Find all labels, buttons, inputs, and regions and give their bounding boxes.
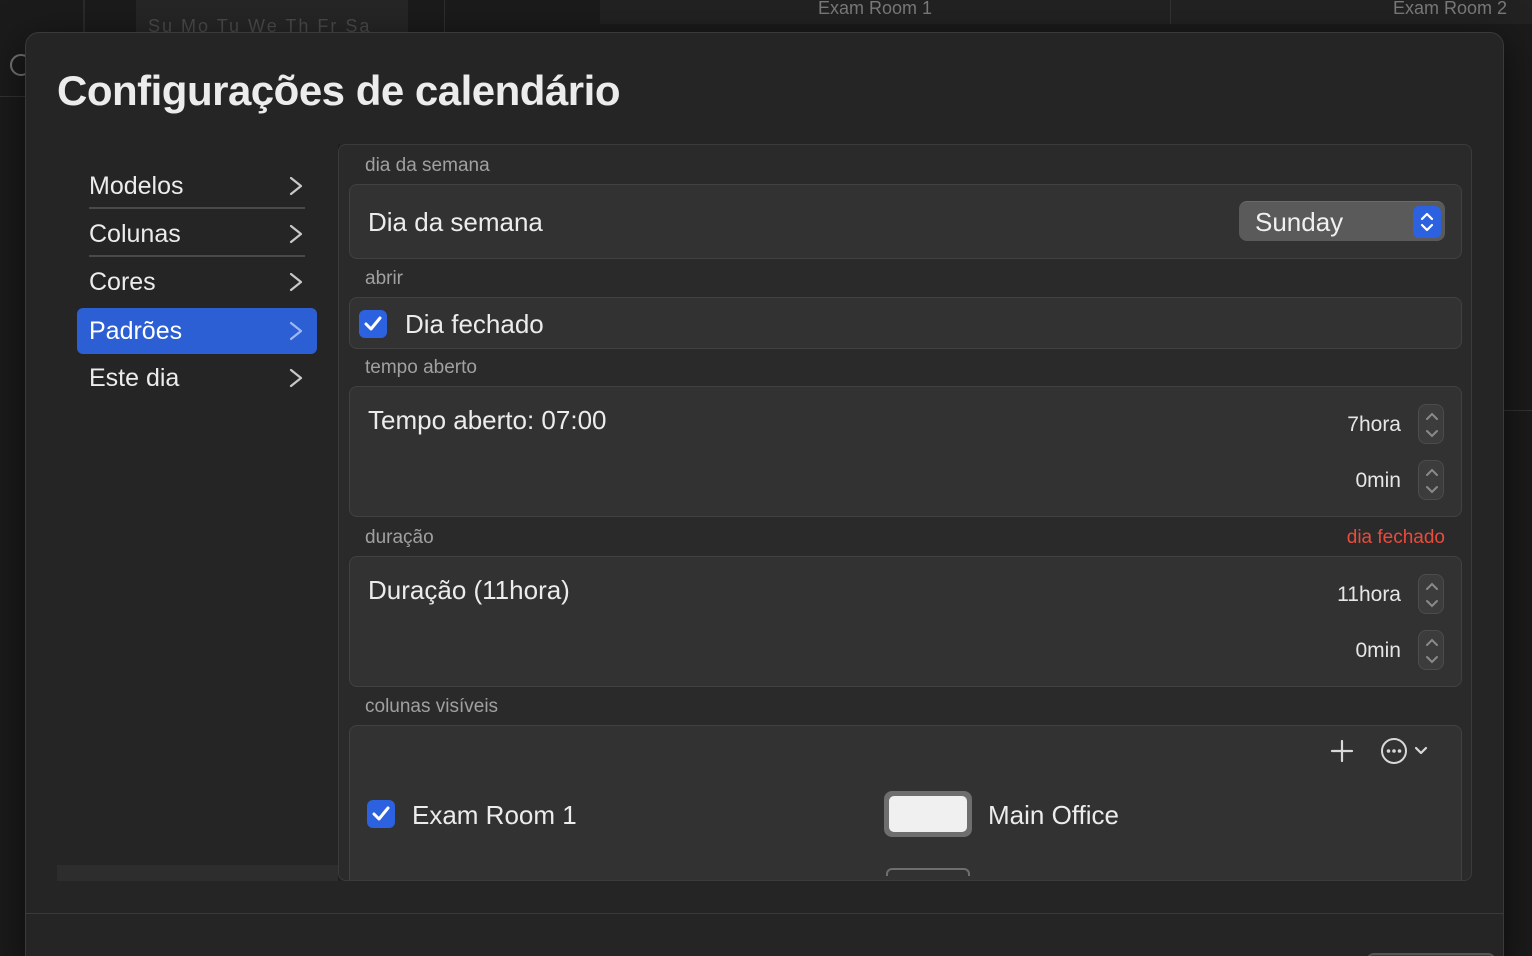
- open-time-box: Tempo aberto: 07:00 7hora 0min: [349, 386, 1462, 517]
- dialog-footer-divider: [26, 913, 1503, 914]
- checkmark-icon: [364, 316, 382, 331]
- section-label-duration: duração: [365, 527, 434, 548]
- duration-title: Duração (11hora): [368, 575, 570, 605]
- background-column-exam-room-1: Exam Room 1: [818, 0, 933, 18]
- sidebar-item-label: Colunas: [89, 219, 181, 248]
- background-mini-calendar: Su Mo Tu We Th Fr Sa: [136, 0, 408, 34]
- chevron-right-icon: [289, 368, 303, 388]
- weekday-title: Dia da semana: [368, 207, 543, 237]
- settings-sidebar: Modelos Colunas Cores Padrões Este dia: [57, 145, 339, 881]
- weekday-select-value: Sunday: [1255, 207, 1344, 237]
- sidebar-item-este-dia[interactable]: Este dia: [77, 355, 317, 401]
- sidebar-item-label: Cores: [89, 267, 156, 296]
- column-exam-room-1-label: Exam Room 1: [412, 800, 577, 830]
- sidebar-divider: [89, 207, 305, 209]
- sidebar-footer: [57, 865, 339, 881]
- sidebar-item-label: Este dia: [89, 363, 180, 392]
- section-label-open-time: tempo aberto: [365, 357, 477, 378]
- background-divider: [0, 96, 26, 97]
- section-label-open: abrir: [365, 268, 404, 289]
- sidebar-divider: [89, 255, 305, 257]
- chevron-right-icon: [289, 224, 303, 244]
- background-divider: [444, 0, 445, 34]
- duration-box: Duração (11hora) 11hora 0min: [349, 556, 1462, 687]
- stepper-arrows-icon: [1426, 582, 1438, 608]
- sidebar-item-modelos[interactable]: Modelos: [77, 163, 317, 209]
- background-divider: [1504, 410, 1532, 411]
- open-time-hours-value: 7hora: [1347, 413, 1401, 436]
- stepper-arrows-icon: [1426, 468, 1438, 494]
- column-exam-room-1-checkbox[interactable]: [367, 800, 395, 828]
- weekday-box: Dia da semana Sunday: [349, 184, 1462, 259]
- duration-hours-value: 11hora: [1337, 583, 1401, 606]
- stepper-arrows-icon: [1426, 412, 1438, 438]
- chevron-right-icon: [289, 272, 303, 292]
- background-column-separator: [1170, 0, 1171, 24]
- duration-minutes-stepper[interactable]: [1418, 630, 1444, 670]
- chevron-right-icon: [289, 321, 303, 341]
- sidebar-item-cores[interactable]: Cores: [77, 259, 317, 305]
- open-time-title: Tempo aberto: 07:00: [368, 405, 607, 435]
- closed-day-checkbox[interactable]: [359, 310, 387, 338]
- weekday-select[interactable]: Sunday: [1239, 201, 1445, 241]
- sidebar-item-padroes[interactable]: Padrões: [77, 308, 317, 354]
- column-color-swatch[interactable]: [884, 791, 972, 837]
- closed-day-warning: dia fechado: [1346, 527, 1445, 548]
- sidebar-item-colunas[interactable]: Colunas: [77, 211, 317, 257]
- calendar-settings-dialog: Configurações de calendário Modelos Colu…: [25, 32, 1504, 956]
- checkmark-icon: [372, 806, 390, 821]
- open-box: Dia fechado: [349, 297, 1462, 349]
- closed-day-label: Dia fechado: [405, 309, 544, 339]
- chevron-right-icon: [289, 176, 303, 196]
- dialog-title: Configurações de calendário: [57, 67, 620, 114]
- visible-columns-box: Exam Room 1 Main Office: [349, 725, 1462, 880]
- settings-content-panel[interactable]: dia da semana Dia da semana Sunday abrir…: [338, 144, 1472, 881]
- background-column-exam-room-2: Exam Room 2: [1393, 0, 1508, 18]
- select-arrows-icon: [1413, 206, 1441, 238]
- column-color-swatch[interactable]: [886, 868, 970, 876]
- section-label-visible-columns: colunas visíveis: [365, 696, 499, 717]
- sidebar-item-label: Padrões: [89, 316, 183, 345]
- color-well: [889, 796, 967, 832]
- duration-minutes-value: 0min: [1355, 639, 1401, 662]
- stepper-arrows-icon: [1426, 638, 1438, 664]
- open-time-minutes-stepper[interactable]: [1418, 460, 1444, 500]
- section-label-weekday: dia da semana: [365, 155, 490, 176]
- sidebar-item-label: Modelos: [89, 171, 184, 200]
- open-time-minutes-value: 0min: [1355, 469, 1401, 492]
- duration-hours-stepper[interactable]: [1418, 574, 1444, 614]
- more-options-icon[interactable]: [1379, 736, 1431, 766]
- column-location-label: Main Office: [988, 800, 1120, 830]
- plus-icon[interactable]: [1329, 738, 1355, 764]
- open-time-hours-stepper[interactable]: [1418, 404, 1444, 444]
